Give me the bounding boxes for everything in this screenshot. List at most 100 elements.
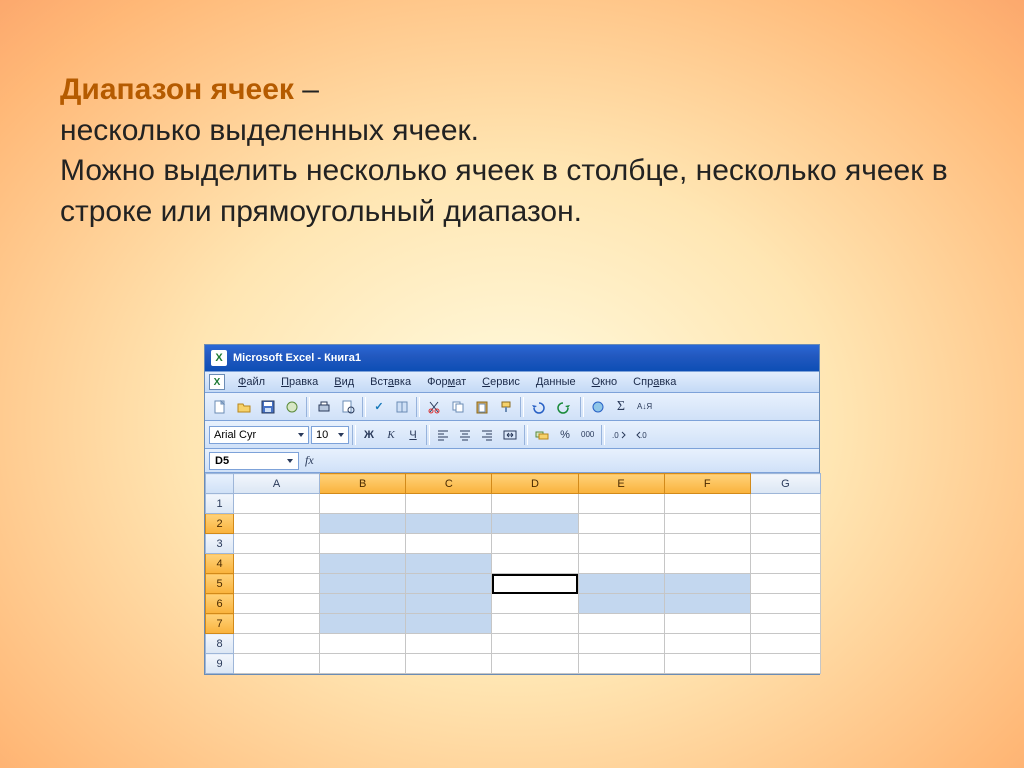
cell[interactable] [492, 634, 578, 654]
cell[interactable] [578, 654, 664, 674]
cell[interactable] [406, 534, 492, 554]
redo-button[interactable] [553, 397, 577, 417]
cell[interactable] [492, 534, 578, 554]
align-center-button[interactable] [455, 425, 475, 445]
menu-file[interactable]: Файл [231, 374, 272, 390]
row-header[interactable]: 7 [206, 614, 234, 634]
cell[interactable] [750, 634, 820, 654]
cell[interactable] [406, 654, 492, 674]
cell[interactable] [492, 574, 578, 594]
cell[interactable] [234, 534, 320, 554]
cell[interactable] [320, 514, 406, 534]
cell[interactable] [578, 634, 664, 654]
cell[interactable] [578, 614, 664, 634]
cell[interactable] [492, 654, 578, 674]
copy-button[interactable] [447, 397, 469, 417]
cell[interactable] [234, 614, 320, 634]
col-header[interactable]: B [320, 474, 406, 494]
cell[interactable] [406, 514, 492, 534]
cell[interactable] [406, 594, 492, 614]
name-box[interactable]: D5 [209, 452, 299, 470]
sort-asc-button[interactable]: А↓Я [633, 397, 656, 417]
cell[interactable] [320, 534, 406, 554]
cell[interactable] [578, 594, 664, 614]
italic-button[interactable]: К [381, 425, 401, 445]
menu-edit[interactable]: Правка [274, 374, 325, 390]
cell[interactable] [578, 514, 664, 534]
cell[interactable] [320, 614, 406, 634]
increase-decimal-button[interactable]: .0 [608, 425, 630, 445]
research-button[interactable] [391, 397, 413, 417]
cell[interactable] [664, 634, 750, 654]
menu-help[interactable]: Справка [626, 374, 683, 390]
row-header[interactable]: 2 [206, 514, 234, 534]
cell[interactable] [320, 594, 406, 614]
currency-button[interactable] [531, 425, 553, 445]
cell[interactable] [320, 494, 406, 514]
cell[interactable] [234, 494, 320, 514]
cell[interactable] [578, 574, 664, 594]
cell[interactable] [750, 494, 820, 514]
cell[interactable] [320, 554, 406, 574]
cell[interactable] [664, 494, 750, 514]
open-button[interactable] [233, 397, 255, 417]
cell[interactable] [578, 534, 664, 554]
align-left-button[interactable] [433, 425, 453, 445]
row-header[interactable]: 3 [206, 534, 234, 554]
comma-style-button[interactable]: 000 [577, 425, 598, 445]
underline-button[interactable]: Ч [403, 425, 423, 445]
cell[interactable] [234, 554, 320, 574]
col-header[interactable]: F [664, 474, 750, 494]
menu-data[interactable]: Данные [529, 374, 583, 390]
menu-tools[interactable]: Сервис [475, 374, 527, 390]
paste-button[interactable] [471, 397, 493, 417]
save-button[interactable] [257, 397, 279, 417]
row-header[interactable]: 8 [206, 634, 234, 654]
cell[interactable] [664, 574, 750, 594]
cell[interactable] [406, 614, 492, 634]
cell[interactable] [664, 514, 750, 534]
new-button[interactable] [209, 397, 231, 417]
print-button[interactable] [313, 397, 335, 417]
font-name-select[interactable]: Arial Cyr [209, 426, 309, 444]
bold-button[interactable]: Ж [359, 425, 379, 445]
cell[interactable] [406, 574, 492, 594]
cell[interactable] [750, 614, 820, 634]
cell[interactable] [750, 554, 820, 574]
cell[interactable] [234, 594, 320, 614]
cell[interactable] [578, 494, 664, 514]
cell[interactable] [406, 494, 492, 514]
cell[interactable] [750, 534, 820, 554]
print-preview-button[interactable] [337, 397, 359, 417]
row-header[interactable]: 1 [206, 494, 234, 514]
row-header[interactable]: 9 [206, 654, 234, 674]
cell[interactable] [750, 514, 820, 534]
col-header[interactable]: E [578, 474, 664, 494]
cell[interactable] [234, 634, 320, 654]
cell[interactable] [750, 594, 820, 614]
percent-button[interactable]: % [555, 425, 575, 445]
cell[interactable] [320, 634, 406, 654]
menu-format[interactable]: Формат [420, 374, 473, 390]
document-icon[interactable]: X [209, 374, 225, 390]
merge-center-button[interactable] [499, 425, 521, 445]
row-header[interactable]: 5 [206, 574, 234, 594]
format-painter-button[interactable] [495, 397, 517, 417]
titlebar[interactable]: X Microsoft Excel - Книга1 [205, 345, 819, 371]
cell[interactable] [492, 594, 578, 614]
cell[interactable] [320, 574, 406, 594]
col-header[interactable]: C [406, 474, 492, 494]
align-right-button[interactable] [477, 425, 497, 445]
cell[interactable] [492, 514, 578, 534]
cell[interactable] [664, 554, 750, 574]
cell[interactable] [578, 554, 664, 574]
cell[interactable] [234, 654, 320, 674]
cell[interactable] [664, 594, 750, 614]
cell[interactable] [320, 654, 406, 674]
autosum-button[interactable]: Σ [611, 397, 631, 417]
decrease-decimal-button[interactable]: .0 [632, 425, 654, 445]
select-all-corner[interactable] [206, 474, 234, 494]
cell[interactable] [750, 574, 820, 594]
cell[interactable] [664, 534, 750, 554]
fx-icon[interactable]: fx [305, 453, 314, 468]
